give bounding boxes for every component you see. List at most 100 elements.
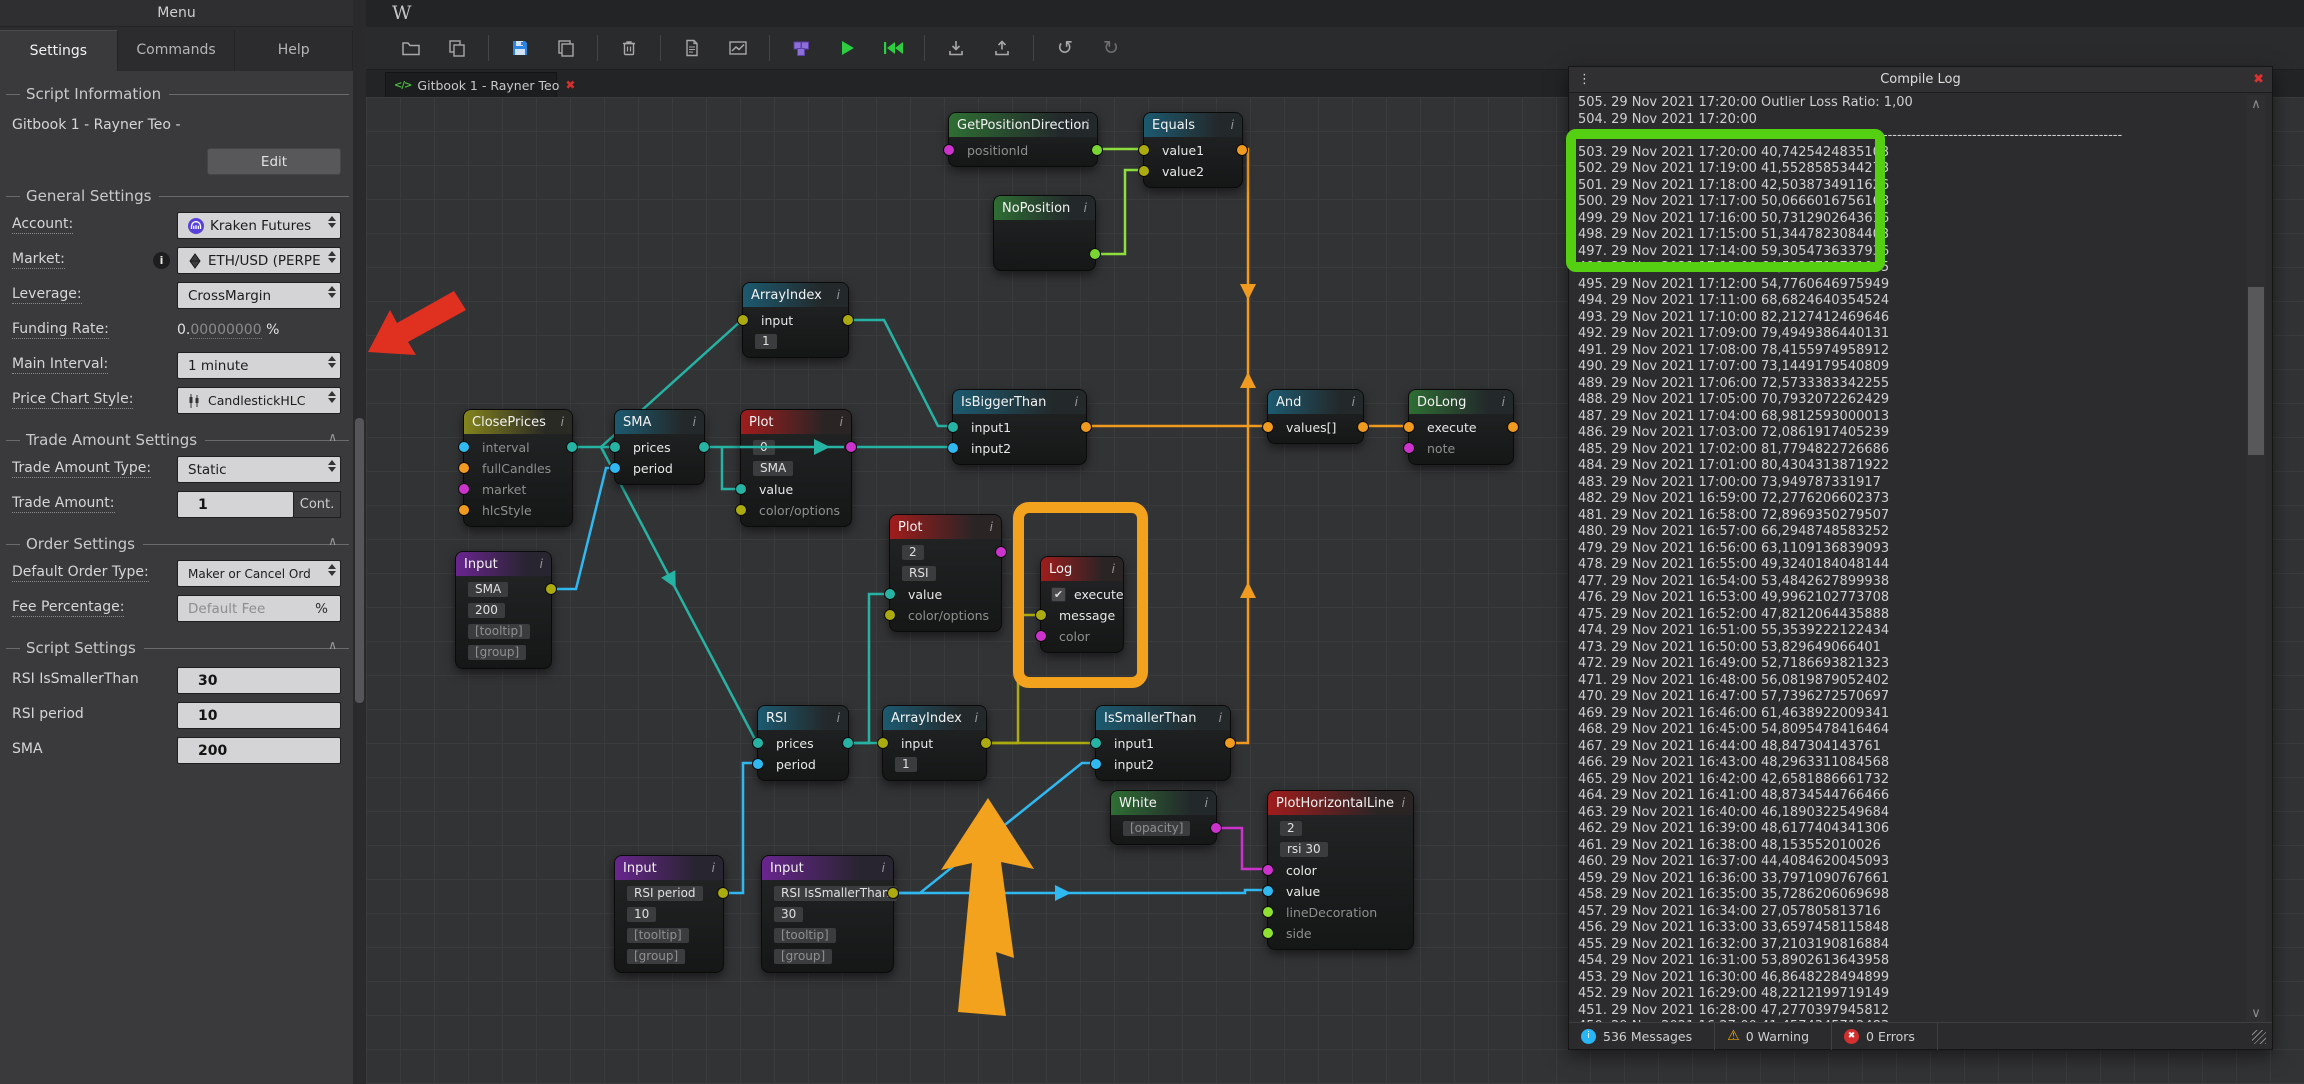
output-port-icon[interactable] <box>842 737 854 749</box>
node-InputRSIPeriod[interactable]: InputiRSI period10[tooltip][group] <box>614 855 724 973</box>
node-header[interactable]: Equalsi <box>1144 113 1242 137</box>
menu-header[interactable]: Menu <box>0 0 353 27</box>
input-port-icon[interactable] <box>458 483 470 495</box>
input-port-icon[interactable] <box>458 462 470 474</box>
log-scrollbar[interactable]: ∧ ∨ <box>2246 95 2266 1023</box>
node-White[interactable]: Whitei [opacity] <box>1110 790 1217 845</box>
input-port-icon[interactable] <box>1138 165 1150 177</box>
node-field[interactable]: RSI IsSmallerThan <box>774 886 897 901</box>
input-port-icon[interactable] <box>1262 927 1274 939</box>
input-port-icon[interactable] <box>735 483 747 495</box>
tab-commands[interactable]: Commands <box>118 30 236 71</box>
leverage-select[interactable]: CrossMargin <box>177 282 341 309</box>
redo-button[interactable]: ↻ <box>1094 33 1128 63</box>
node-And[interactable]: Andivalues[] <box>1267 389 1364 444</box>
market-info-icon[interactable]: i <box>153 252 170 269</box>
sma-input[interactable]: 200 <box>177 737 341 764</box>
input-port-icon[interactable] <box>1403 442 1415 454</box>
node-info-icon[interactable]: i <box>1075 395 1078 409</box>
report-button[interactable] <box>675 33 709 63</box>
account-select[interactable]: Kraken Futures <box>177 212 341 239</box>
input-port-icon[interactable] <box>737 314 749 326</box>
fee-percentage-input[interactable]: Default Fee % <box>177 595 341 622</box>
input-port-icon[interactable] <box>1090 737 1102 749</box>
main-interval-select[interactable]: 1 minute <box>177 352 341 379</box>
tab-close-icon[interactable]: ✖ <box>565 78 575 92</box>
input-port-icon[interactable] <box>1262 885 1274 897</box>
node-field[interactable]: rsi 30 <box>1280 842 1328 857</box>
node-info-icon[interactable]: i <box>1352 395 1355 409</box>
node-field[interactable]: [group] <box>627 949 685 964</box>
node-Equals[interactable]: Equalsivalue1value2 <box>1143 112 1243 188</box>
node-header[interactable]: Ploti <box>741 410 851 434</box>
node-field[interactable]: 2 <box>902 545 924 560</box>
input-port-icon[interactable] <box>947 442 959 454</box>
output-port-icon[interactable] <box>1089 248 1101 260</box>
node-InputRSIIsSmallerThan[interactable]: InputiRSI IsSmallerThan30[tooltip][group… <box>761 855 894 973</box>
node-DoLong[interactable]: DoLongiexecutenote <box>1408 389 1514 465</box>
node-header[interactable]: GetPositionDirectioni <box>949 113 1097 137</box>
node-header[interactable]: DoLongi <box>1409 390 1513 414</box>
rsi-issmallerthan-input[interactable]: 30 <box>177 667 341 694</box>
node-info-icon[interactable]: i <box>561 415 564 429</box>
price-chart-style-select[interactable]: CandlestickHLC <box>177 387 341 414</box>
delete-button[interactable] <box>612 33 646 63</box>
node-field[interactable]: RSI <box>902 566 936 581</box>
node-info-icon[interactable]: i <box>837 288 840 302</box>
input-port-icon[interactable] <box>458 504 470 516</box>
node-NoPosition[interactable]: NoPositioni <box>993 195 1096 271</box>
output-port-icon[interactable] <box>1507 421 1519 433</box>
node-field[interactable]: 200 <box>468 603 505 618</box>
input-port-icon[interactable] <box>947 421 959 433</box>
node-IsBiggerThan[interactable]: IsBiggerThaniinput1input2 <box>952 389 1087 465</box>
compile-button[interactable] <box>784 33 818 63</box>
scroll-up-icon[interactable]: ∧ <box>2246 97 2266 112</box>
edit-button[interactable]: Edit <box>207 148 341 175</box>
default-order-type-select[interactable]: Maker or Cancel Ord <box>177 560 341 587</box>
node-info-icon[interactable]: i <box>712 861 715 875</box>
node-info-icon[interactable]: i <box>1402 796 1405 810</box>
node-field[interactable]: 1 <box>895 757 917 772</box>
input-port-icon[interactable] <box>1403 421 1415 433</box>
input-port-icon[interactable] <box>609 462 621 474</box>
node-info-icon[interactable]: i <box>1219 711 1222 725</box>
node-info-icon[interactable]: i <box>990 520 993 534</box>
log-scrollbar-thumb[interactable] <box>2248 287 2264 455</box>
output-port-icon[interactable] <box>545 583 557 595</box>
input-port-icon[interactable] <box>1262 906 1274 918</box>
node-InputSMA[interactable]: InputiSMA200[tooltip][group] <box>455 551 552 669</box>
node-info-icon[interactable]: i <box>975 711 978 725</box>
document-tab[interactable]: </> Gitbook 1 - Rayner Teo ✖ <box>385 72 557 97</box>
input-port-icon[interactable] <box>1262 421 1274 433</box>
input-port-icon[interactable] <box>884 588 896 600</box>
sidebar-scrollbar-thumb[interactable] <box>355 418 364 703</box>
node-field[interactable]: 0 <box>753 440 775 455</box>
node-info-icon[interactable]: i <box>1086 118 1089 132</box>
save-button[interactable] <box>503 33 537 63</box>
output-port-icon[interactable] <box>887 887 899 899</box>
node-header[interactable]: Inputi <box>762 856 893 880</box>
input-port-icon[interactable] <box>1262 864 1274 876</box>
output-port-icon[interactable] <box>1236 144 1248 156</box>
node-field[interactable]: SMA <box>753 461 793 476</box>
input-port-icon[interactable] <box>877 737 889 749</box>
compile-log-close-icon[interactable]: ✖ <box>2253 67 2264 93</box>
input-port-icon[interactable] <box>1090 758 1102 770</box>
node-IsSmallerThan[interactable]: IsSmallerThaniinput1input2 <box>1095 705 1231 781</box>
node-field[interactable]: [opacity] <box>1123 821 1190 836</box>
node-header[interactable]: Whitei <box>1111 791 1216 815</box>
output-port-icon[interactable] <box>1080 421 1092 433</box>
node-info-icon[interactable]: i <box>1231 118 1234 132</box>
node-info-icon[interactable]: i <box>1205 796 1208 810</box>
node-ArrayIndexTop[interactable]: ArrayIndexiinput1 <box>742 282 849 358</box>
node-info-icon[interactable]: i <box>1502 395 1505 409</box>
node-ClosePrices[interactable]: ClosePricesiintervalfullCandlesmarkethlc… <box>463 409 573 527</box>
node-field[interactable]: SMA <box>468 582 508 597</box>
undo-button[interactable]: ↺ <box>1048 33 1082 63</box>
node-field[interactable]: 30 <box>774 907 803 922</box>
compile-log-header[interactable]: ⋮ Compile Log ✖ <box>1569 67 2272 93</box>
node-PlotSMA[interactable]: Ploti0SMAvaluecolor/options <box>740 409 852 527</box>
duplicate-button[interactable] <box>440 33 474 63</box>
collapse-chevron-icon[interactable]: ∧ <box>328 430 337 444</box>
node-info-icon[interactable]: i <box>837 711 840 725</box>
